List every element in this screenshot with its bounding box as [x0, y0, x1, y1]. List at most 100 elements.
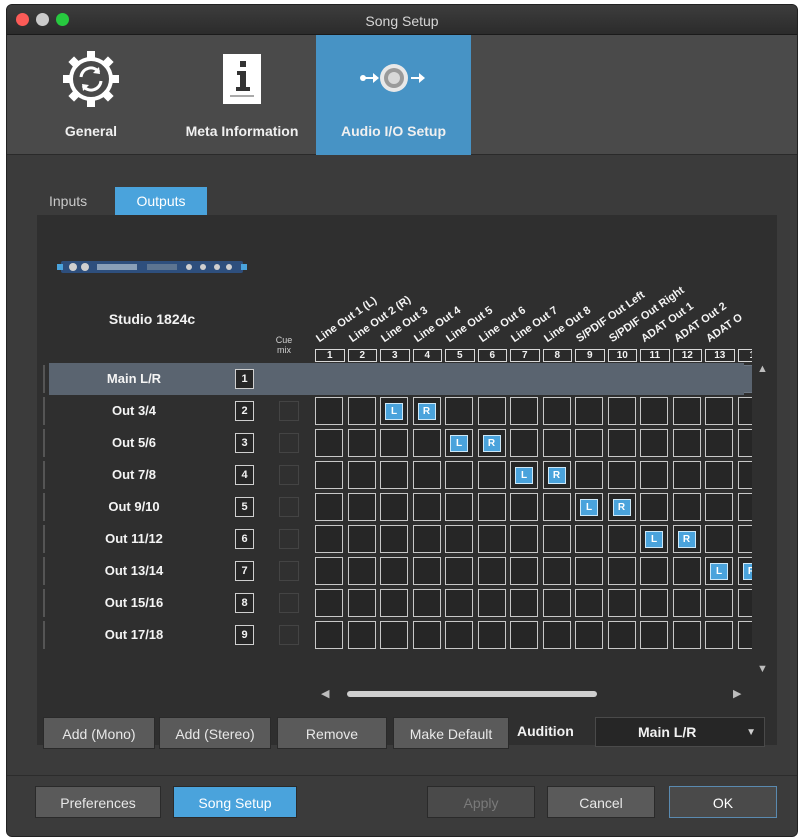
toolbar-meta-information-label: Meta Information: [185, 123, 299, 139]
cue-mix-checkbox[interactable]: [279, 529, 299, 549]
row-strip: [43, 621, 45, 649]
ok-button[interactable]: OK: [669, 786, 777, 818]
column-number: 7: [510, 349, 540, 362]
audition-label: Audition: [517, 723, 574, 739]
add-mono-button[interactable]: Add (Mono): [43, 717, 155, 749]
row-strip: [43, 525, 45, 553]
output-row[interactable]: Out 13/14 7: [43, 555, 744, 587]
output-row-number: 1: [235, 369, 254, 389]
gear-refresh-icon: [61, 49, 121, 114]
output-row-number: 6: [235, 529, 254, 549]
output-row-number: 9: [235, 625, 254, 645]
row-strip: [43, 493, 45, 521]
column-number: 12: [672, 349, 702, 362]
outputs-matrix: Studio 1824c Cue mix 1 Line Out 1 (L) 2 Lin…: [37, 215, 777, 745]
audition-select[interactable]: Main L/R ▼: [595, 717, 765, 747]
cue-mix-checkbox[interactable]: [279, 465, 299, 485]
add-stereo-button[interactable]: Add (Stereo): [159, 717, 271, 749]
horizontal-scrollbar[interactable]: ◀ ▶: [317, 685, 747, 701]
toolbar-meta-information[interactable]: Meta Information: [167, 35, 317, 155]
output-row[interactable]: Main L/R 1: [43, 363, 744, 395]
cue-mix-label-line1: Cue: [275, 335, 293, 345]
row-strip: [43, 429, 45, 457]
toolbar-general-label: General: [64, 123, 118, 139]
column-number: 5: [445, 349, 475, 362]
output-row-name: Out 17/18: [104, 627, 164, 642]
column-number: 8: [542, 349, 572, 362]
column-number: 1: [315, 349, 345, 362]
audio-io-panel: Inputs Outputs Studio 1824c Cue mix 1 Li…: [7, 157, 797, 765]
footer: Preferences Song Setup Apply Cancel OK: [7, 775, 797, 836]
tab-inputs[interactable]: Inputs: [39, 187, 97, 215]
output-row-name: Out 13/14: [104, 563, 164, 578]
column-number: 3: [380, 349, 410, 362]
tab-outputs[interactable]: Outputs: [115, 187, 207, 215]
output-row-number: 4: [235, 465, 254, 485]
cue-mix-checkbox[interactable]: [279, 561, 299, 581]
column-number: 1: [737, 349, 752, 362]
row-strip: [43, 365, 45, 393]
audio-io-icon: [359, 61, 429, 100]
song-setup-window: Song Setup General Meta Information Audi…: [6, 4, 798, 837]
toolbar: General Meta Information Audio I/O Setup: [7, 35, 797, 155]
chevron-down-icon: ▼: [746, 727, 756, 738]
toolbar-audio-io-setup[interactable]: Audio I/O Setup: [316, 35, 471, 155]
cancel-button[interactable]: Cancel: [547, 786, 655, 818]
audition-select-value: Main L/R: [638, 724, 697, 740]
cue-mix-checkbox[interactable]: [279, 433, 299, 453]
cue-mix-label-line2: mix: [277, 345, 291, 355]
row-strip: [43, 557, 45, 585]
preferences-button[interactable]: Preferences: [35, 786, 161, 818]
scroll-up-arrow-icon[interactable]: ▲: [757, 363, 768, 375]
cue-mix-checkbox[interactable]: [279, 625, 299, 645]
scroll-down-arrow-icon[interactable]: ▼: [757, 663, 768, 675]
output-row-name: Out 9/10: [108, 499, 160, 514]
output-row-number: 3: [235, 433, 254, 453]
column-number: 11: [640, 349, 670, 362]
output-row-number: 8: [235, 593, 254, 613]
device-name: Studio 1824c: [108, 311, 196, 327]
output-row[interactable]: Out 3/4 2: [43, 395, 744, 427]
output-row[interactable]: Out 9/10 5: [43, 491, 744, 523]
apply-button[interactable]: Apply: [427, 786, 535, 818]
output-row-name: Out 3/4: [111, 403, 157, 418]
column-number: 13: [705, 349, 735, 362]
output-row-name: Out 7/8: [111, 467, 157, 482]
row-strip: [43, 461, 45, 489]
cue-mix-checkbox[interactable]: [279, 401, 299, 421]
output-row[interactable]: Out 5/6 3: [43, 427, 744, 459]
scroll-left-arrow-icon[interactable]: ◀: [321, 687, 329, 700]
output-row-name: Out 5/6: [111, 435, 157, 450]
column-number: 4: [412, 349, 442, 362]
output-row-name: Out 15/16: [104, 595, 164, 610]
window-title: Song Setup: [365, 13, 439, 29]
output-row-number: 2: [235, 401, 254, 421]
column-number: 2: [347, 349, 377, 362]
info-document-icon: [222, 53, 262, 110]
horizontal-scroll-thumb[interactable]: [347, 691, 597, 697]
cue-mix-checkbox[interactable]: [279, 593, 299, 613]
output-row[interactable]: Out 15/16 8: [43, 587, 744, 619]
toolbar-audio-io-setup-label: Audio I/O Setup: [341, 123, 446, 139]
column-number: 9: [575, 349, 605, 362]
row-strip: [43, 397, 45, 425]
column-number: 6: [477, 349, 507, 362]
song-setup-button[interactable]: Song Setup: [173, 786, 297, 818]
toolbar-general[interactable]: General: [41, 35, 141, 155]
output-row[interactable]: Out 11/12 6: [43, 523, 744, 555]
title-bar: Song Setup: [7, 5, 797, 35]
output-row[interactable]: Out 17/18 9: [43, 619, 744, 651]
output-row-number: 7: [235, 561, 254, 581]
remove-button[interactable]: Remove: [277, 717, 387, 749]
output-row-name: Main L/R: [106, 371, 162, 386]
device-image: [57, 259, 247, 275]
make-default-button[interactable]: Make Default: [393, 717, 509, 749]
output-row[interactable]: Out 7/8 4: [43, 459, 744, 491]
cue-mix-header: Cue mix: [269, 335, 299, 355]
scroll-right-arrow-icon[interactable]: ▶: [733, 687, 741, 700]
row-strip: [43, 589, 45, 617]
column-number: 10: [607, 349, 637, 362]
cue-mix-checkbox[interactable]: [279, 497, 299, 517]
output-row-name: Out 11/12: [105, 531, 163, 546]
output-row-number: 5: [235, 497, 254, 517]
